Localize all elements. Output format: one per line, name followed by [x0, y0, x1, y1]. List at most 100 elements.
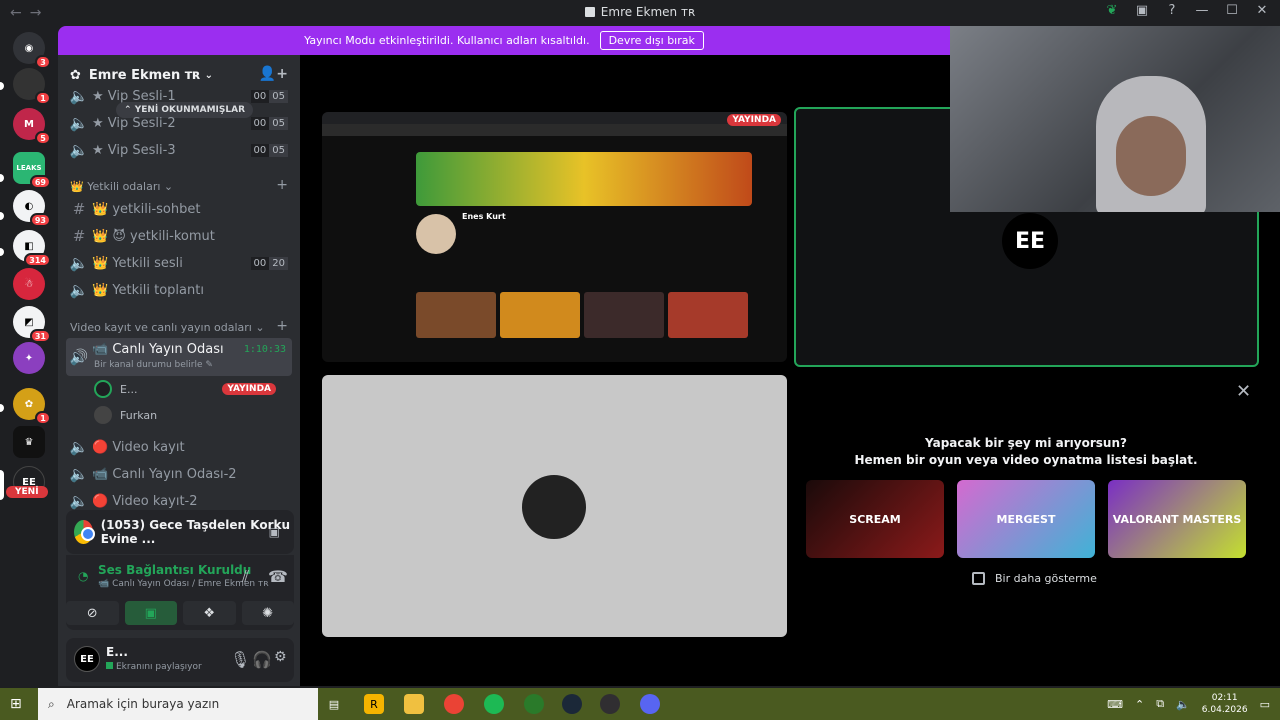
server-icon[interactable]: ♛ [13, 426, 45, 458]
text-channel[interactable]: # 👑 yetkili-sohbet [66, 197, 292, 221]
game-card[interactable]: VALORANT MASTERS [1108, 480, 1246, 558]
server-icon[interactable]: ✿ 1 [13, 388, 51, 425]
spotify-icon[interactable] [484, 694, 504, 714]
chrome-icon[interactable] [444, 694, 464, 714]
speaker-icon: 🔈 [69, 465, 89, 483]
speaker-icon: 🔊 [69, 348, 89, 366]
server-icon[interactable]: 1 [13, 68, 51, 105]
activity-panel[interactable]: (1053) Gece Taşdelen Korku Evine ... ▣ [66, 510, 294, 554]
help-icon[interactable]: ? [1164, 3, 1180, 18]
voice-member[interactable]: Furkan [94, 404, 157, 426]
speaker-icon: 🔈 [69, 141, 89, 159]
server-icon [584, 7, 595, 17]
popout-icon[interactable]: ▣ [269, 525, 280, 539]
voice-member[interactable]: E... YAYINDA [94, 378, 284, 400]
speaker-icon: 🔈 [69, 281, 89, 299]
app-icon[interactable] [524, 694, 544, 714]
settings-button[interactable]: ⚙ [274, 649, 287, 665]
text-channel[interactable]: # 👑 😈 yetkili-komut [66, 224, 292, 248]
mute-button[interactable]: 🎙 [230, 650, 250, 669]
close-icon[interactable]: ✕ [1236, 381, 1251, 402]
channel-status[interactable]: Bir kanal durumu belirle ✎ [94, 360, 213, 370]
channel-name: Enes Kurt [462, 212, 506, 221]
voice-channel[interactable]: 🔈 👑 Yetkili sesli 00 20 [66, 251, 292, 275]
windows-taskbar: ⊞ ⌕ Aramak için buraya yazın ▤ R ⌨ ⌃ ⧉ 🔈… [0, 688, 1280, 720]
avatar[interactable]: EE [74, 646, 100, 672]
server-icon[interactable]: ◐ 93 [13, 190, 51, 227]
voice-channel[interactable]: 🔈 👑 Yetkili toplantı [66, 278, 292, 302]
disconnect-icon[interactable]: ☎ [268, 567, 288, 586]
voice-connection-panel: ◔ Ses Bağlantısı Kuruldu 📹 Canlı Yayın O… [66, 555, 294, 630]
taskbar-search[interactable]: ⌕ Aramak için buraya yazın [38, 688, 318, 720]
screen-share-tile[interactable]: YAYINDA Enes Kurt [322, 112, 787, 362]
user-name[interactable]: E... [106, 645, 128, 659]
volume-icon[interactable]: 🔈 [1176, 698, 1190, 711]
server-icon[interactable]: ✦ [13, 342, 45, 374]
user-tile[interactable] [322, 375, 787, 637]
server-icon[interactable]: LEAKS 69 [13, 152, 51, 189]
keyboard-icon[interactable]: ⌨ [1107, 698, 1123, 711]
speaker-icon: 🔈 [69, 254, 89, 272]
signal-icon: ◔ [78, 569, 89, 583]
discord-home-icon[interactable]: ◉ 3 [13, 32, 51, 69]
minimize-button[interactable]: — [1194, 3, 1210, 18]
live-badge: YAYINDA [222, 383, 276, 395]
live-badge: YAYINDA [727, 114, 781, 126]
game-card[interactable]: SCREAM [806, 480, 944, 558]
category-video[interactable]: Video kayıt ve canlı yayın odaları ⌄ [70, 321, 265, 334]
server-icon[interactable]: ☃ [13, 268, 45, 300]
server-icon[interactable]: M5 [13, 108, 51, 145]
activities-button[interactable]: ❖ [183, 601, 236, 625]
chevron-up-icon[interactable]: ⌃ [1135, 698, 1144, 711]
maximize-button[interactable]: ☐ [1224, 3, 1240, 18]
invite-people-icon[interactable]: 👤+ [259, 66, 288, 82]
soundboard-button[interactable]: ✺ [241, 601, 294, 625]
new-label: YENİ [6, 486, 48, 498]
screen-share-button[interactable]: ▣ [124, 601, 177, 625]
close-button[interactable]: ✕ [1254, 3, 1270, 18]
disable-streamer-mode-button[interactable]: Devre dışı bırak [599, 31, 704, 50]
create-channel-icon[interactable]: + [276, 318, 288, 334]
avatar [94, 406, 112, 424]
browser-address-bar [322, 124, 787, 136]
channel-avatar [416, 214, 456, 254]
game-card[interactable]: MERGEST [957, 480, 1095, 558]
notifications-icon[interactable]: ▭ [1260, 698, 1270, 711]
dont-show-again-checkbox[interactable]: Bir daha gösterme [972, 572, 1097, 585]
speaker-icon: 🔈 [69, 438, 89, 456]
category-staff[interactable]: 👑 Yetkili odaları ⌄ [70, 180, 173, 193]
voice-channel-active[interactable]: 🔊 📹 Canlı Yayın Odası 1:10:33 Bir kanal … [66, 338, 292, 376]
noise-suppression-icon[interactable]: ⫽ [242, 567, 249, 587]
clock[interactable]: 02:11 6.04.2026 [1202, 692, 1248, 716]
server-icon[interactable]: ◩ 31 [13, 306, 51, 343]
deafen-button[interactable]: 🎧 [252, 650, 272, 669]
voice-channel[interactable]: 🔈 ★ Vip Sesli-2 00 05 [66, 111, 292, 135]
channel-sidebar: ✿ Emre Ekmen ᴛʀ ⌄ 👤+ 🔈 ★ Vip Sesli-1 00 05 ⌃… [58, 55, 300, 686]
checkbox[interactable] [972, 572, 985, 585]
discord-icon[interactable] [640, 694, 660, 714]
network-icon[interactable]: ⧉ [1156, 697, 1164, 711]
avatar [94, 380, 112, 398]
voice-channel[interactable]: 🔈 📹 Canlı Yayın Odası-2 [66, 462, 292, 486]
file-explorer-icon[interactable] [404, 694, 424, 714]
voice-channel[interactable]: 🔈 🔴 Video kayıt [66, 435, 292, 459]
camera-toggle-button[interactable]: ⊘ [66, 601, 119, 625]
search-icon: ⌕ [48, 696, 55, 711]
voice-channel[interactable]: 🔈 ★ Vip Sesli-3 00 05 [66, 138, 292, 162]
promo-title: Yapacak bir şey mi arıyorsun? Hemen bir … [854, 436, 1198, 467]
voice-status[interactable]: Ses Bağlantısı Kuruldu [98, 563, 251, 577]
rockstar-icon[interactable]: R [364, 694, 384, 714]
inbox-icon[interactable]: ▣ [1134, 3, 1150, 18]
steam-icon[interactable] [562, 694, 582, 714]
obs-icon[interactable] [600, 694, 620, 714]
user-panel: EE E... Ekranını paylaşıyor 🎙 🎧 ⚙ [66, 638, 294, 682]
server-icon[interactable]: ◧ 314 [13, 230, 51, 267]
avatar: EE [1002, 213, 1058, 269]
hash-icon: # [72, 200, 86, 218]
create-channel-icon[interactable]: + [276, 177, 288, 193]
chrome-icon [74, 520, 95, 544]
task-view-icon[interactable]: ▤ [324, 694, 344, 714]
nitro-icon[interactable]: ❦ [1104, 3, 1120, 18]
windows-start-icon[interactable]: ⊞ [10, 696, 22, 712]
banner-text: Yayıncı Modu etkinleştirildi. Kullanıcı … [304, 34, 590, 47]
